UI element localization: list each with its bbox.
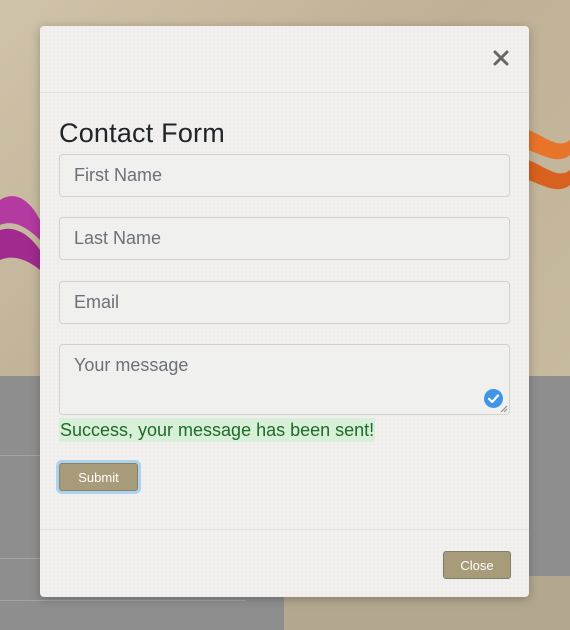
- close-icon[interactable]: [492, 49, 510, 67]
- message-textarea[interactable]: [59, 344, 510, 415]
- background-card: [0, 455, 45, 559]
- first-name-input[interactable]: [59, 154, 510, 197]
- resize-grip-icon[interactable]: [500, 405, 508, 413]
- form-title: Contact Form: [59, 118, 225, 148]
- modal-header: [40, 26, 529, 93]
- contact-modal: Contact Form Success, your message has b…: [40, 26, 529, 597]
- message-field-wrapper: [59, 344, 510, 415]
- close-button[interactable]: Close: [443, 551, 511, 579]
- background-swirl-left: [0, 196, 40, 270]
- submit-button[interactable]: Submit: [59, 463, 138, 491]
- last-name-input[interactable]: [59, 217, 510, 260]
- modal-footer: Close: [40, 529, 529, 598]
- background-swirl-right: [528, 130, 570, 190]
- success-message: Success, your message has been sent!: [59, 418, 376, 442]
- email-input[interactable]: [59, 281, 510, 324]
